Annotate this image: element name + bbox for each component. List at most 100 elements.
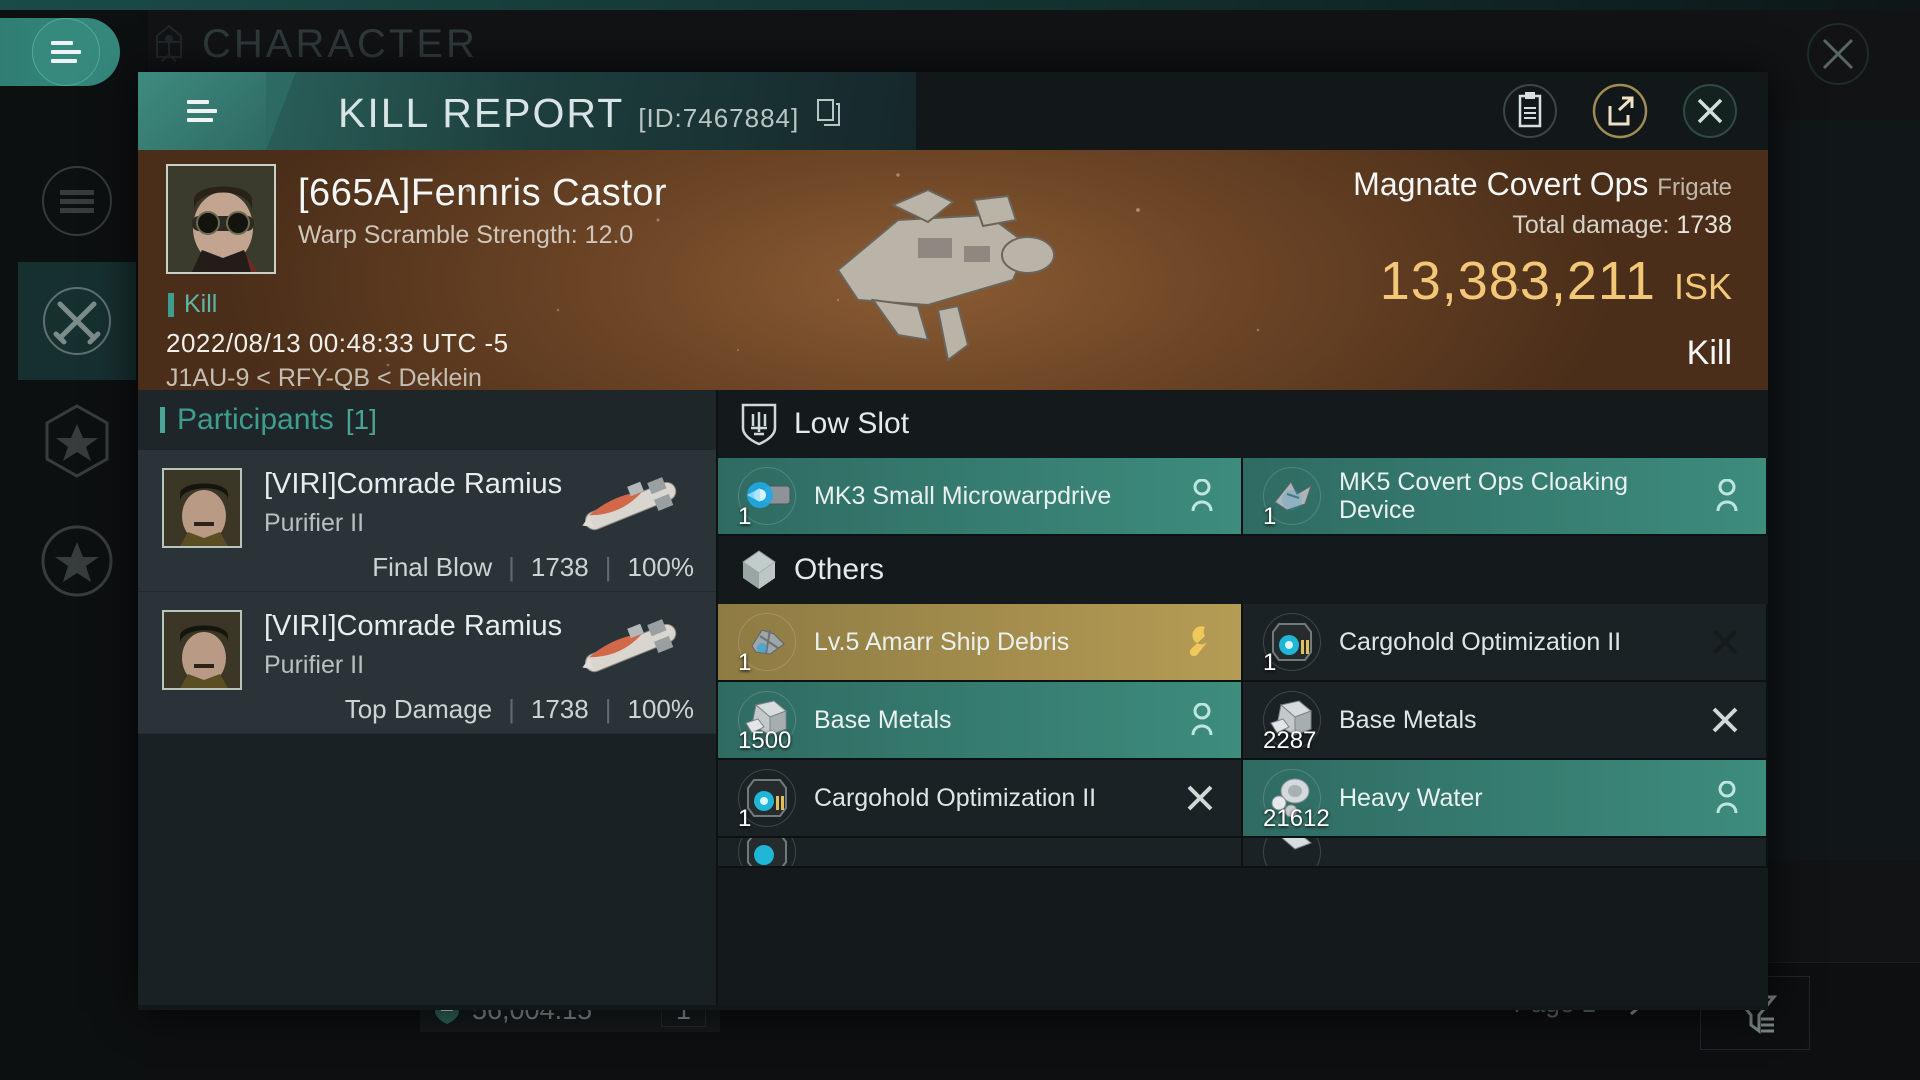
item-cell[interactable]: 1 Lv.5 Amarr Ship Debris xyxy=(718,604,1243,682)
kill-tag: Kill xyxy=(1686,334,1732,372)
participant-percent: 100% xyxy=(627,552,695,582)
participant-name: [VIRI]Comrade Ramius xyxy=(264,468,563,500)
stat-separator: | xyxy=(604,552,612,582)
dialog-title-group: KILL REPORT [ID:7467884] xyxy=(338,72,841,150)
participants-count: [1] xyxy=(345,404,377,435)
cube-icon xyxy=(742,550,776,589)
share-button[interactable] xyxy=(1590,81,1650,141)
shield-slot-icon xyxy=(741,403,777,446)
participant-row[interactable]: [VIRI]Comrade Ramius Purifier II xyxy=(138,592,716,734)
participant-row[interactable]: [VIRI]Comrade Ramius Purifier II xyxy=(138,450,716,592)
sidebar-item-combat[interactable] xyxy=(18,262,136,380)
section-title: Others xyxy=(794,553,885,586)
kill-timestamp: 2022/08/13 00:48:33 UTC -5 xyxy=(166,328,509,358)
section-header-low-slot: Low Slot xyxy=(718,390,1768,458)
other-items: 1 Lv.5 Amarr Ship Debris 1 Cargohold Opt… xyxy=(718,604,1768,868)
item-cell-partial[interactable] xyxy=(1243,838,1768,868)
base-metals-icon: 1500 xyxy=(736,689,798,754)
participant-stats: Final Blow | 1738 | 100% xyxy=(372,552,694,583)
heavy-water-icon: 21612 xyxy=(1261,767,1330,832)
kill-accent-bar xyxy=(168,292,174,317)
victim-hero-banner: [665A]Fennris Castor Warp Scramble Stren… xyxy=(138,150,1768,390)
participant-stats: Top Damage | 1738 | 100% xyxy=(345,694,694,725)
victim-name: [665A]Fennris Castor xyxy=(298,172,668,214)
background-page-title: CHARACTER xyxy=(148,18,478,70)
participant-damage: 1738 xyxy=(530,552,589,582)
item-cell[interactable]: 1 Cargohold Optimization II xyxy=(1243,604,1768,682)
background-title-text: CHARACTER xyxy=(202,21,478,66)
kill-report-dialog: KILL REPORT [ID:7467884] [665A]Fennris C… xyxy=(138,72,1768,1010)
item-cell-partial[interactable] xyxy=(718,838,1243,868)
x-icon xyxy=(1710,627,1740,657)
item-cell[interactable]: 1 Cargohold Optimization II xyxy=(718,760,1243,838)
person-icon xyxy=(1714,781,1740,815)
external-link-icon xyxy=(1592,83,1648,139)
close-button[interactable] xyxy=(1680,81,1740,141)
item-label: Cargohold Optimization II xyxy=(814,784,1097,812)
avatar xyxy=(162,468,242,548)
rig-icon: 1 xyxy=(1261,611,1323,676)
isk-unit: ISK xyxy=(1673,266,1732,307)
participant-role: Final Blow xyxy=(372,552,493,582)
section-title: Low Slot xyxy=(794,407,910,440)
sidebar-item-favorites[interactable] xyxy=(18,502,136,620)
microwarpdrive-icon: 1 xyxy=(736,465,798,530)
victim-ship-summary: Magnate Covert Ops Frigate Total damage:… xyxy=(1353,166,1732,373)
report-id: [ID:7467884] xyxy=(638,103,800,133)
isk-value: 13,383,211 xyxy=(1379,251,1656,311)
dialog-titlebar: KILL REPORT [ID:7467884] xyxy=(138,72,1768,150)
cloaking-device-icon: 1 xyxy=(1261,465,1323,530)
kill-status-badge: Kill xyxy=(168,290,217,319)
item-label: MK5 Covert Ops Cloaking Device xyxy=(1339,468,1629,524)
participant-ship-render xyxy=(568,464,698,544)
screen: CHARACTER KILL REPORT [ID:7467884] [665A… xyxy=(0,0,1920,1080)
hexagon-star-icon xyxy=(45,404,109,478)
item-quantity: 1 xyxy=(738,649,752,676)
item-quantity: 1 xyxy=(1263,503,1277,530)
participants-header: Participants [1] xyxy=(138,390,716,450)
stat-separator: | xyxy=(604,694,612,724)
person-icon xyxy=(1714,479,1740,513)
participant-percent: 100% xyxy=(627,694,695,724)
copy-icon[interactable] xyxy=(817,99,841,127)
stat-separator: | xyxy=(508,694,515,724)
victim-ship-name: Magnate Covert Ops xyxy=(1353,166,1649,202)
circle-star-icon xyxy=(41,525,113,597)
item-cell[interactable]: 2287 Base Metals xyxy=(1243,682,1768,760)
background-menu-button[interactable] xyxy=(32,18,100,86)
dialog-menu-button[interactable] xyxy=(138,72,296,150)
base-metals-icon xyxy=(1261,838,1323,866)
person-icon xyxy=(1189,479,1215,513)
victim-avatar xyxy=(166,164,276,274)
victim-ship-class: Frigate xyxy=(1657,174,1732,201)
x-icon xyxy=(1710,705,1740,735)
total-damage-row: Total damage: 1738 xyxy=(1353,211,1732,240)
participants-title: Participants xyxy=(177,403,334,436)
items-panel: Low Slot 1 MK3 Small Microwarpdrive 1 MK… xyxy=(718,390,1768,1005)
crossed-swords-icon xyxy=(43,287,111,355)
rig-icon: 1 xyxy=(736,767,798,832)
vitruvian-icon xyxy=(148,23,190,65)
participant-ship-render xyxy=(568,606,698,686)
clipboard-button[interactable] xyxy=(1500,81,1560,141)
participants-accent-bar xyxy=(160,407,165,433)
participant-ship: Purifier II xyxy=(264,509,365,537)
item-cell[interactable]: 1 MK3 Small Microwarpdrive xyxy=(718,458,1243,536)
dialog-action-buttons xyxy=(1500,72,1740,150)
item-cell[interactable]: 1500 Base Metals xyxy=(718,682,1243,760)
sidebar-item-rank[interactable] xyxy=(18,382,136,500)
background-close-button[interactable] xyxy=(1798,14,1878,94)
page-title: KILL REPORT xyxy=(338,90,625,136)
item-cell[interactable]: 1 MK5 Covert Ops Cloaking Device xyxy=(1243,458,1768,536)
sidebar-item-menu[interactable] xyxy=(18,142,136,260)
item-cell[interactable]: 21612 Heavy Water xyxy=(1243,760,1768,838)
person-icon xyxy=(1189,703,1215,737)
participant-role: Top Damage xyxy=(344,694,493,724)
item-quantity: 1 xyxy=(738,805,752,832)
top-accent-strip xyxy=(0,0,1920,10)
low-slot-items: 1 MK3 Small Microwarpdrive 1 MK5 Covert … xyxy=(718,458,1768,536)
victim-ship-render xyxy=(778,160,1098,390)
item-label: Cargohold Optimization II xyxy=(1339,628,1622,656)
hamburger-icon xyxy=(51,41,81,63)
item-label: MK3 Small Microwarpdrive xyxy=(814,482,1112,510)
